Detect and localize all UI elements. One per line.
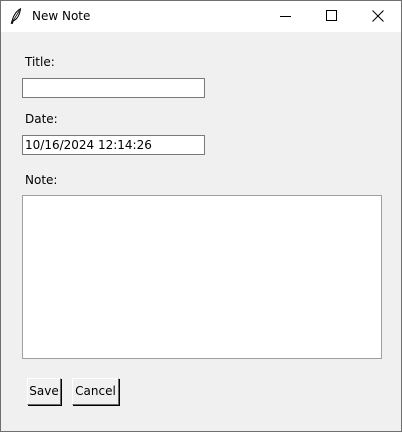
- save-button[interactable]: Save: [27, 378, 61, 405]
- minimize-button[interactable]: [263, 1, 309, 32]
- maximize-icon: [326, 10, 337, 21]
- feather-icon: [10, 7, 22, 24]
- cancel-button[interactable]: Cancel: [72, 378, 119, 405]
- maximize-button[interactable]: [309, 1, 355, 32]
- close-icon: [372, 10, 384, 22]
- date-label: Date:: [25, 112, 58, 126]
- title-bar[interactable]: New Note: [1, 1, 401, 32]
- note-textarea[interactable]: [22, 195, 382, 359]
- window-title: New Note: [32, 9, 91, 23]
- new-note-window: New Note Title: Date: 10/16/2024 12:14:2…: [0, 0, 402, 432]
- note-label: Note:: [25, 173, 58, 187]
- title-label: Title:: [25, 55, 55, 69]
- title-input[interactable]: [22, 78, 205, 98]
- close-button[interactable]: [355, 1, 401, 32]
- date-input[interactable]: 10/16/2024 12:14:26: [22, 135, 205, 155]
- minimize-icon: [280, 16, 291, 17]
